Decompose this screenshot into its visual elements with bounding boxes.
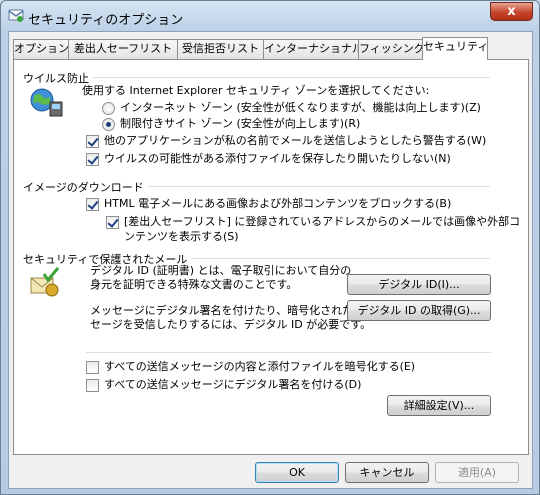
tab-safe-senders[interactable]: 差出人セーフリスト [68,39,178,59]
encrypt-all-label[interactable]: すべての送信メッセージの内容と添付ファイルを暗号化する(E) [104,360,415,374]
safe-senders-images-label-line1[interactable]: [差出人セーフリスト] に登録されているアドレスからのメールでは画像や外部コ [124,215,520,229]
sign-all-checkbox[interactable] [86,379,99,392]
digital-id-desc-line1: デジタル ID (証明書) とは、電子取引において自分の [90,264,352,277]
secure-separator [86,352,491,353]
block-attachments-checkbox[interactable] [86,153,99,166]
advanced-settings-button[interactable]: 詳細設定(V)... [387,395,491,416]
sign-desc-line2: セージを受信したりするには、デジタル ID が必要です。 [90,318,372,331]
warn-send-label[interactable]: 他のアプリケーションが私の名前でメールを送信しようとしたら警告する(W) [104,134,486,148]
block-html-images-label[interactable]: HTML 電子メールにある画像および外部コンテンツをブロックする(B) [104,197,451,211]
dialog-window: セキュリティのオプション x オプション 差出人セーフリスト 受信拒否リスト イ… [0,0,540,495]
sign-desc-line1: メッセージにデジタル署名を付けたり、暗号化されたメッ [90,304,376,317]
virus-shield-globe-icon [30,88,63,117]
cancel-button[interactable]: キャンセル [345,462,429,483]
zone-internet-radio[interactable] [102,102,115,115]
safe-senders-images-checkbox[interactable] [106,216,119,229]
tab-blocked-senders[interactable]: 受信拒否リスト [177,39,264,59]
block-html-images-checkbox[interactable] [86,198,99,211]
block-attachments-label[interactable]: ウイルスの可能性がある添付ファイルを保存したり開いたりしない(N) [104,152,451,166]
tab-international[interactable]: インターナショナル [263,39,363,59]
virus-group-line [24,77,490,78]
zone-prompt: 使用する Internet Explorer セキュリティ ゾーンを選択してくだ… [82,84,430,97]
zone-internet-label[interactable]: インターネット ゾーン (安全性が低くなりますが、機能は向上します)(Z) [120,101,481,115]
ok-button[interactable]: OK [255,462,339,483]
digital-id-button[interactable]: デジタル ID(I)... [347,274,491,295]
dialog-client-area: オプション 差出人セーフリスト 受信拒否リスト インターナショナル フィッシング… [8,31,533,489]
title-bar[interactable]: セキュリティのオプション x [1,1,539,31]
tab-security[interactable]: セキュリティ [422,37,488,60]
digital-id-desc-line2: 身元を証明できる特殊な文書のことです。 [90,278,298,291]
zone-restricted-label[interactable]: 制限付きサイト ゾーン (安全性が向上します)(R) [120,117,360,131]
zone-restricted-radio[interactable] [102,118,115,131]
tab-phishing[interactable]: フィッシング [358,39,425,59]
images-group-title: イメージのダウンロード [23,179,148,195]
sign-all-label[interactable]: すべての送信メッセージにデジタル署名を付ける(D) [104,378,361,392]
apply-button[interactable]: 適用(A) [435,462,519,483]
safe-senders-images-label-line2[interactable]: ンテンツを表示する(S) [124,230,239,244]
warn-send-checkbox[interactable] [86,135,99,148]
encrypt-all-checkbox[interactable] [86,361,99,374]
get-digital-id-button[interactable]: デジタル ID の取得(G)... [347,300,491,321]
tab-strip: オプション 差出人セーフリスト 受信拒否リスト インターナショナル フィッシング… [13,37,529,60]
certificate-envelope-icon [30,267,60,297]
close-button[interactable]: x [490,2,533,21]
security-tab-panel: ウイルス防止 使用する Internet Explorer セキュリティ ゾーン… [13,59,529,455]
mail-app-icon [8,9,24,22]
tab-options[interactable]: オプション [13,39,69,59]
window-title: セキュリティのオプション [28,13,184,28]
